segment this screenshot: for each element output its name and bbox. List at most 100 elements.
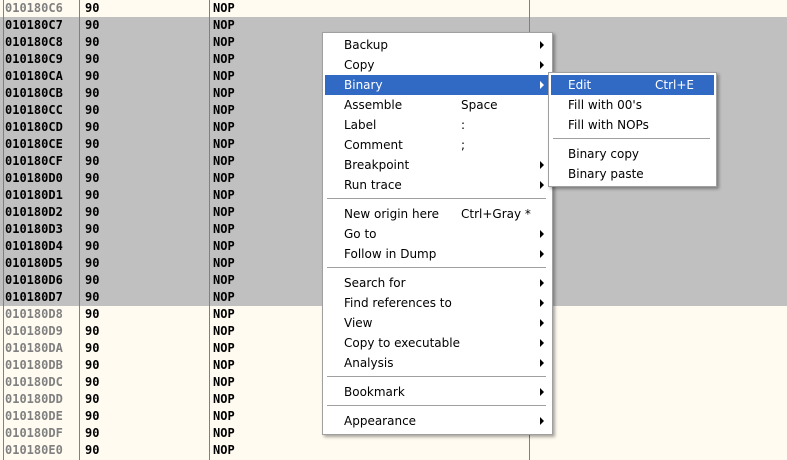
menu-item-search-for[interactable]: Search for (325, 273, 550, 293)
address-cell: 010180DF (5, 426, 63, 440)
address-cell: 010180DB (5, 358, 63, 372)
menu-item-appearance[interactable]: Appearance (325, 411, 550, 431)
menu-item-bookmark[interactable]: Bookmark (325, 382, 550, 402)
menu-item-assemble[interactable]: Assemble Space (325, 95, 550, 115)
submenu-arrow-icon (540, 388, 544, 396)
hex-dump-cell: 90 (85, 222, 100, 236)
submenu-arrow-icon (540, 81, 544, 89)
hex-dump-cell: 90 (85, 239, 100, 253)
disassembly-cell: NOP (213, 222, 235, 236)
disassembly-cell: NOP (213, 409, 235, 423)
menu-item-label[interactable]: Label: (325, 115, 550, 135)
menu-separator (327, 267, 546, 269)
address-cell: 010180D7 (5, 290, 63, 304)
hex-dump-cell: 90 (85, 290, 100, 304)
submenu-arrow-icon (540, 230, 544, 238)
disassembly-cell: NOP (213, 443, 235, 457)
menu-item-label: Bookmark (344, 385, 405, 399)
menu-item-label: Binary copy (568, 147, 640, 161)
submenu-arrow-icon (540, 250, 544, 258)
disassembly-cell: NOP (213, 120, 235, 134)
disassembly-cell: NOP (213, 205, 235, 219)
address-cell: 010180DE (5, 409, 63, 423)
disassembly-cell: NOP (213, 426, 235, 440)
menu-item-view[interactable]: View (325, 313, 550, 333)
disassembly-cell: NOP (213, 137, 235, 151)
disassembly-cell: NOP (213, 69, 235, 83)
disassembly-cell: NOP (213, 1, 235, 15)
menu-item-label: Fill with 00's (568, 98, 642, 112)
address-cell: 010180DC (5, 375, 63, 389)
menu-item-label: Copy to executable (344, 336, 460, 350)
submenu-item-fill-with-nops[interactable]: Fill with NOPs (551, 115, 714, 135)
address-cell: 010180C6 (5, 1, 63, 15)
hex-dump-cell: 90 (85, 426, 100, 440)
disassembly-cell: NOP (213, 273, 235, 287)
address-cell: 010180D8 (5, 307, 63, 321)
address-cell: 010180C7 (5, 18, 63, 32)
address-cell: 010180D0 (5, 171, 63, 185)
submenu-item-binary-paste[interactable]: Binary paste (551, 164, 714, 184)
address-cell: 010180D1 (5, 188, 63, 202)
disassembly-cell: NOP (213, 307, 235, 321)
hex-dump-cell: 90 (85, 341, 100, 355)
hex-dump-cell: 90 (85, 69, 100, 83)
menu-item-backup[interactable]: Backup (325, 35, 550, 55)
hex-dump-cell: 90 (85, 137, 100, 151)
address-cell: 010180CA (5, 69, 63, 83)
menu-item-analysis[interactable]: Analysis (325, 353, 550, 373)
address-cell: 010180D6 (5, 273, 63, 287)
disassembly-cell: NOP (213, 171, 235, 185)
column-divider (3, 0, 4, 460)
address-cell: 010180DA (5, 341, 63, 355)
menu-item-copy[interactable]: Copy (325, 55, 550, 75)
menu-separator (553, 138, 710, 140)
menu-item-comment[interactable]: Comment; (325, 135, 550, 155)
menu-item-binary[interactable]: Binary (325, 75, 550, 95)
disassembly-cell: NOP (213, 341, 235, 355)
hex-dump-cell: 90 (85, 256, 100, 270)
submenu-arrow-icon (540, 359, 544, 367)
menu-item-label: Comment (344, 138, 403, 152)
menu-item-run-trace[interactable]: Run trace (325, 175, 550, 195)
hex-dump-cell: 90 (85, 171, 100, 185)
menu-item-go-to[interactable]: Go to (325, 224, 550, 244)
menu-separator (327, 376, 546, 378)
menu-item-follow-in-dump[interactable]: Follow in Dump (325, 244, 550, 264)
menu-item-label: Copy (344, 58, 375, 72)
disassembly-cell: NOP (213, 358, 235, 372)
menu-item-label: Assemble (344, 98, 403, 112)
address-cell: 010180D4 (5, 239, 63, 253)
menu-item-copy-to-executable[interactable]: Copy to executable (325, 333, 550, 353)
menu-item-label: Binary paste (568, 167, 644, 181)
disassembly-cell: NOP (213, 86, 235, 100)
disassembly-cell: NOP (213, 375, 235, 389)
menu-item-label: Edit (568, 78, 592, 92)
hex-dump-cell: 90 (85, 205, 100, 219)
menu-item-new-origin-here[interactable]: New origin here Ctrl+Gray * (325, 204, 550, 224)
menu-item-label: Follow in Dump (344, 247, 437, 261)
submenu-item-edit[interactable]: Edit Ctrl+E (551, 75, 714, 95)
menu-item-shortcut: Ctrl+Gray * (461, 207, 531, 221)
submenu-item-fill-with-00-s[interactable]: Fill with 00's (551, 95, 714, 115)
context-menu: Backup Copy Binary Assemble Space Label: Comme… (322, 32, 553, 435)
hex-dump-cell: 90 (85, 188, 100, 202)
hex-dump-cell: 90 (85, 52, 100, 66)
menu-item-breakpoint[interactable]: Breakpoint (325, 155, 550, 175)
submenu-arrow-icon (540, 181, 544, 189)
address-cell: 010180CD (5, 120, 63, 134)
table-row[interactable]: 010180E0 90 NOP (0, 442, 787, 459)
disassembly-cell: NOP (213, 290, 235, 304)
disassembly-cell: NOP (213, 18, 235, 32)
address-cell: 010180CB (5, 86, 63, 100)
submenu-item-binary-copy[interactable]: Binary copy (551, 144, 714, 164)
menu-item-label: Label (344, 118, 377, 132)
menu-item-label: Search for (344, 276, 406, 290)
menu-item-shortcut: : (461, 118, 466, 132)
submenu-arrow-icon (540, 161, 544, 169)
address-cell: 010180CF (5, 154, 63, 168)
table-row[interactable]: 010180C6 90 NOP (0, 0, 787, 17)
menu-item-shortcut: Ctrl+E (655, 78, 694, 92)
binary-submenu: Edit Ctrl+E Fill with 00's Fill with NOPs Bi… (548, 72, 717, 187)
menu-item-find-references-to[interactable]: Find references to (325, 293, 550, 313)
